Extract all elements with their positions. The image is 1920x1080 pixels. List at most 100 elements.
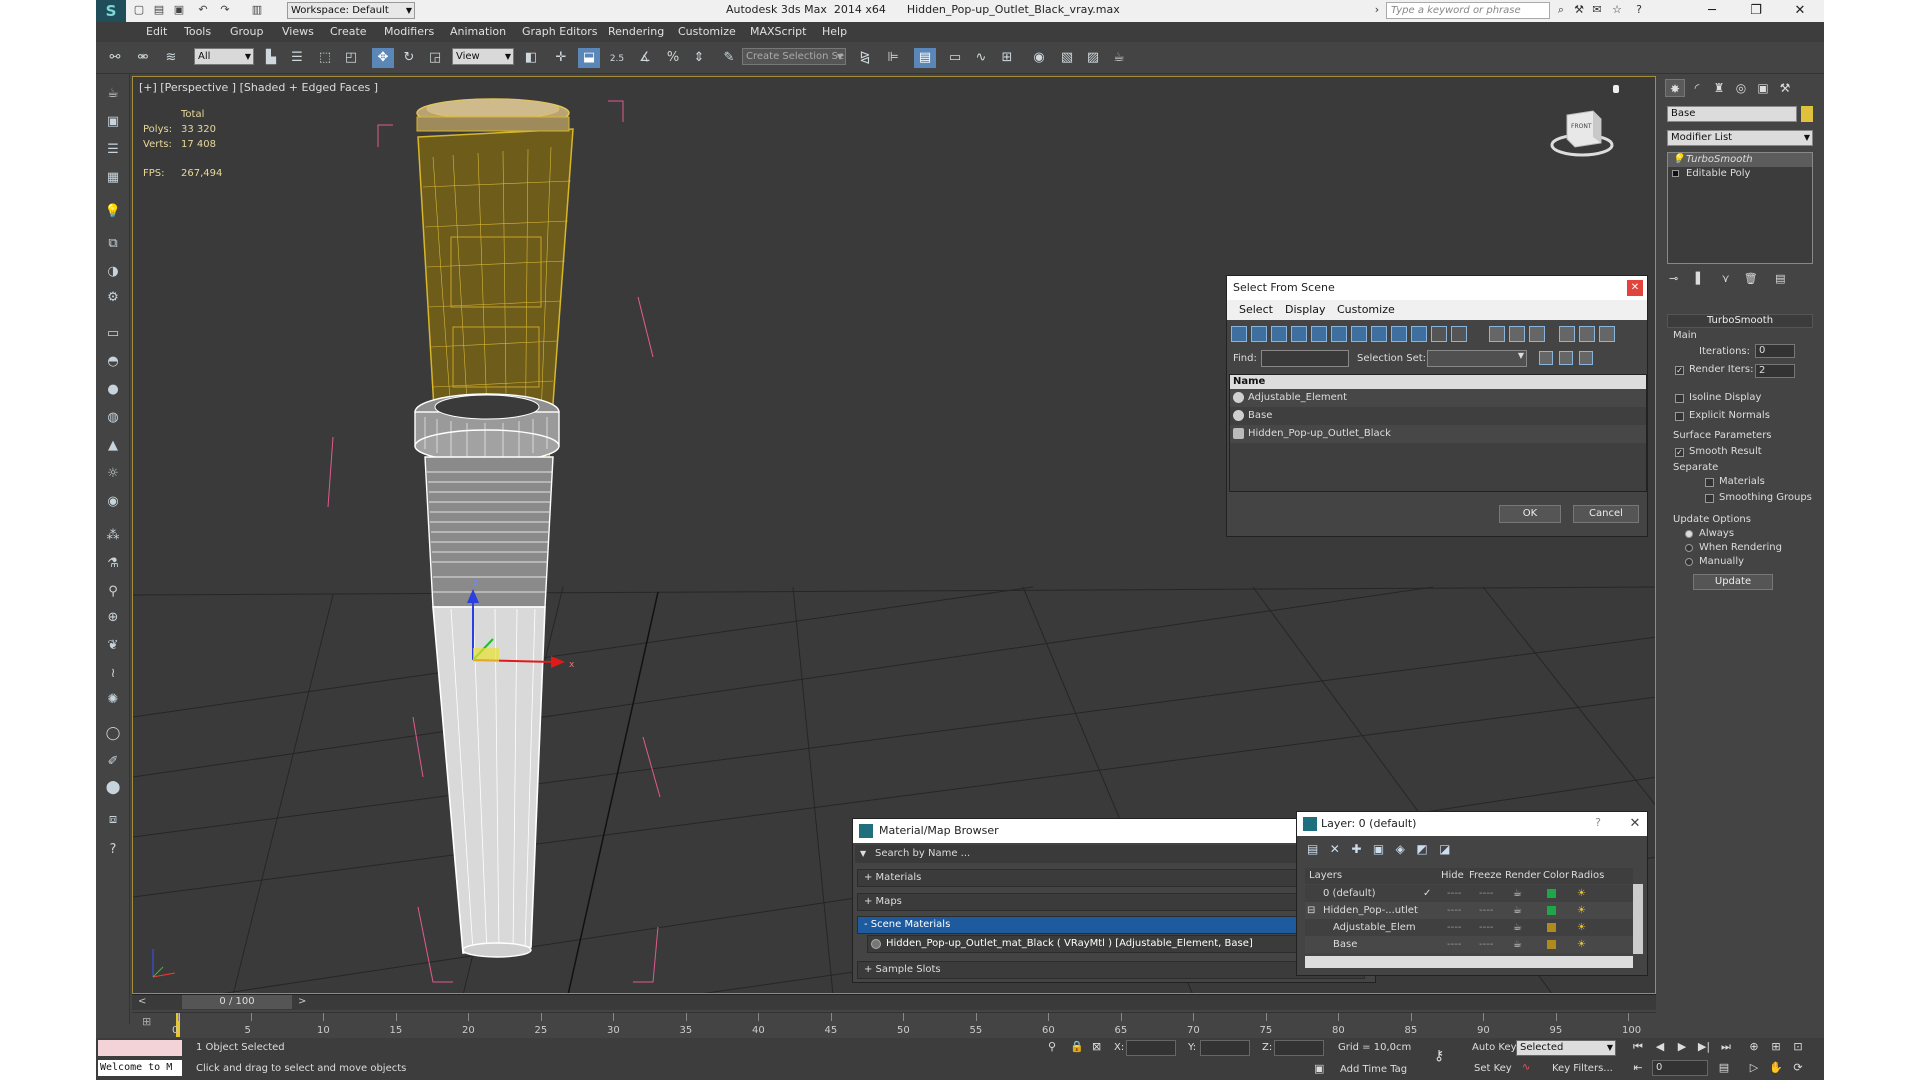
previous-frame-icon[interactable]: ◀ (1652, 1039, 1668, 1055)
render-iters-checkbox[interactable]: ✓ (1675, 366, 1684, 375)
time-slider[interactable]: < 0 / 100 > (132, 994, 1656, 1010)
link-icon[interactable]: ⚯ (104, 48, 126, 68)
help-icon[interactable]: ? (1632, 3, 1646, 17)
layer-hide-all-icon[interactable]: ◩ (1416, 842, 1427, 856)
select-object-icon[interactable]: ▙ (260, 48, 282, 68)
isolate-selection-icon[interactable]: ⚲ (1048, 1040, 1056, 1053)
select-and-scale-icon[interactable]: ◲ (424, 48, 446, 68)
zoom-extents-icon[interactable]: ⊡ (1790, 1039, 1806, 1055)
scene-materials-group[interactable]: - Scene Materials (857, 916, 1365, 934)
sphere-icon[interactable]: ● (102, 380, 124, 400)
create-tab-icon[interactable]: ✸ (1665, 79, 1685, 97)
maximize-button[interactable]: ❐ (1736, 0, 1776, 22)
selection-lock-icon[interactable]: 🔒 (1070, 1040, 1084, 1053)
menu-rendering[interactable]: Rendering (608, 25, 664, 38)
minimize-button[interactable]: ─ (1692, 0, 1732, 22)
angle-snap-icon[interactable]: ∡ (634, 48, 656, 68)
object-paint-icon[interactable]: ✐ (102, 752, 124, 772)
sfs-menu-customize[interactable]: Customize (1337, 303, 1395, 316)
teapot-icon[interactable]: ☕ (102, 84, 124, 104)
layer-color-swatch[interactable] (1547, 906, 1556, 915)
layer-select-icon[interactable]: ▣ (1373, 842, 1384, 856)
add-time-tag-label[interactable]: Add Time Tag (1340, 1064, 1407, 1075)
cone-icon[interactable]: ▲ (102, 436, 124, 456)
col-hide[interactable]: Hide (1441, 868, 1464, 884)
environment-sphere-icon[interactable]: ◯ (102, 724, 124, 744)
layer-explorer-icon[interactable]: ▤ (914, 48, 936, 68)
select-by-name-icon[interactable]: ☰ (286, 48, 308, 68)
filter-xrefs-icon[interactable] (1371, 326, 1387, 342)
communication-icon[interactable]: ✉ (1590, 3, 1604, 17)
materials-group[interactable]: + Materials (857, 869, 1365, 887)
when-rendering-radio[interactable] (1685, 544, 1693, 552)
filter-frozen-icon[interactable] (1431, 326, 1447, 342)
find-input[interactable] (1261, 350, 1349, 367)
populate-icon[interactable]: ⬤ (102, 778, 124, 798)
motion-tab-icon[interactable]: ◎ (1731, 79, 1751, 97)
display-invert-icon[interactable] (1529, 326, 1545, 342)
reference-coordinate-dropdown[interactable]: View ▼ (452, 48, 514, 65)
globe-icon[interactable]: ⊕ (102, 608, 124, 628)
always-radio[interactable] (1685, 530, 1693, 538)
layer-vertical-scrollbar[interactable] (1633, 884, 1643, 954)
object-color-swatch[interactable] (1801, 106, 1813, 122)
col-freeze[interactable]: Freeze (1469, 868, 1502, 884)
mirror-icon[interactable]: ⧎ (854, 48, 876, 68)
selection-set-remove-icon[interactable] (1559, 351, 1573, 365)
cancel-button[interactable]: Cancel (1573, 505, 1639, 523)
plant-icon[interactable]: ❦ (102, 636, 124, 656)
grid-icon[interactable]: ▦ (102, 168, 124, 188)
timeline-track[interactable]: ⊞ 0 5 10 15 20 25 30 35 40 45 50 55 60 65 70 75 80 85 90 95… (132, 1012, 1656, 1038)
filter-hidden-icon[interactable] (1451, 326, 1467, 342)
layer-freeze-all-icon[interactable]: ◪ (1439, 842, 1450, 856)
rectangular-selection-icon[interactable]: ⬚ (314, 48, 336, 68)
list-item[interactable]: Hidden_Pop-up_Outlet_Black (1230, 425, 1646, 443)
menu-views[interactable]: Views (282, 25, 314, 38)
layer-color-swatch[interactable] (1547, 923, 1556, 932)
radiosity-icon[interactable]: ☀ (1577, 936, 1586, 953)
object-name-field[interactable]: Base (1667, 106, 1797, 122)
layer-freeze-toggle[interactable]: ---- (1479, 902, 1493, 919)
teapot-icon[interactable]: ☕ (1513, 936, 1522, 953)
layer-freeze-toggle[interactable]: ---- (1479, 885, 1493, 902)
name-column-header[interactable]: Name (1230, 375, 1646, 389)
search-options-icon[interactable]: ▼ (860, 845, 866, 863)
list-icon[interactable]: ☰ (102, 140, 124, 160)
toggle-ribbon-icon[interactable]: ▭ (944, 48, 966, 68)
layer-color-swatch[interactable] (1547, 940, 1556, 949)
select-from-scene-close-icon[interactable]: ✕ (1627, 280, 1643, 296)
select-manipulate-icon[interactable]: ✛ (550, 48, 572, 68)
dynamics-icon[interactable]: ⚗ (102, 554, 124, 574)
configure-sets-icon[interactable]: ▤ (1775, 272, 1785, 285)
time-slider-thumb[interactable]: 0 / 100 (182, 995, 292, 1009)
undo-icon[interactable]: ↶ (196, 3, 210, 17)
z-coordinate-field[interactable] (1274, 1040, 1324, 1056)
teapot-icon[interactable]: ☕ (1513, 885, 1522, 902)
manually-radio[interactable] (1685, 558, 1693, 566)
next-frame-icon[interactable]: ▶| (1696, 1039, 1712, 1055)
spinner-snap-icon[interactable]: ⇕ (688, 48, 710, 68)
curve-editor-icon[interactable]: ∿ (970, 48, 992, 68)
col-layers[interactable]: Layers (1309, 868, 1342, 884)
x-coordinate-field[interactable] (1126, 1040, 1176, 1056)
selection-set-dropdown[interactable]: ▼ (1427, 350, 1527, 367)
maxscript-welcome[interactable]: Welcome to M (98, 1060, 182, 1076)
select-and-rotate-icon[interactable]: ↻ (398, 48, 420, 68)
menu-animation[interactable]: Animation (450, 25, 506, 38)
auto-key-button[interactable]: Auto Key (1472, 1042, 1517, 1053)
col-render[interactable]: Render (1505, 868, 1541, 884)
filter-cameras-icon[interactable] (1291, 326, 1307, 342)
selection-set-select-icon[interactable] (1579, 351, 1593, 365)
pan-view-icon[interactable]: ✋ (1768, 1060, 1784, 1076)
filter-helpers-icon[interactable] (1311, 326, 1327, 342)
teapot-icon[interactable]: ☕ (1513, 919, 1522, 936)
display-tab-icon[interactable]: ▣ (1753, 79, 1773, 97)
schematic-view-icon[interactable]: ⊞ (996, 48, 1018, 68)
help-circle-icon[interactable]: ? (102, 840, 124, 860)
key-mode-toggle-icon[interactable]: ⇤ (1630, 1060, 1646, 1076)
render-icon[interactable]: ▣ (102, 112, 124, 132)
named-selection-set-dropdown[interactable]: Create Selection Se ▼ (742, 48, 846, 65)
filter-bones-icon[interactable] (1391, 326, 1407, 342)
hair-icon[interactable]: ≀ (102, 664, 124, 684)
field-of-view-icon[interactable]: ▷ (1746, 1060, 1762, 1076)
